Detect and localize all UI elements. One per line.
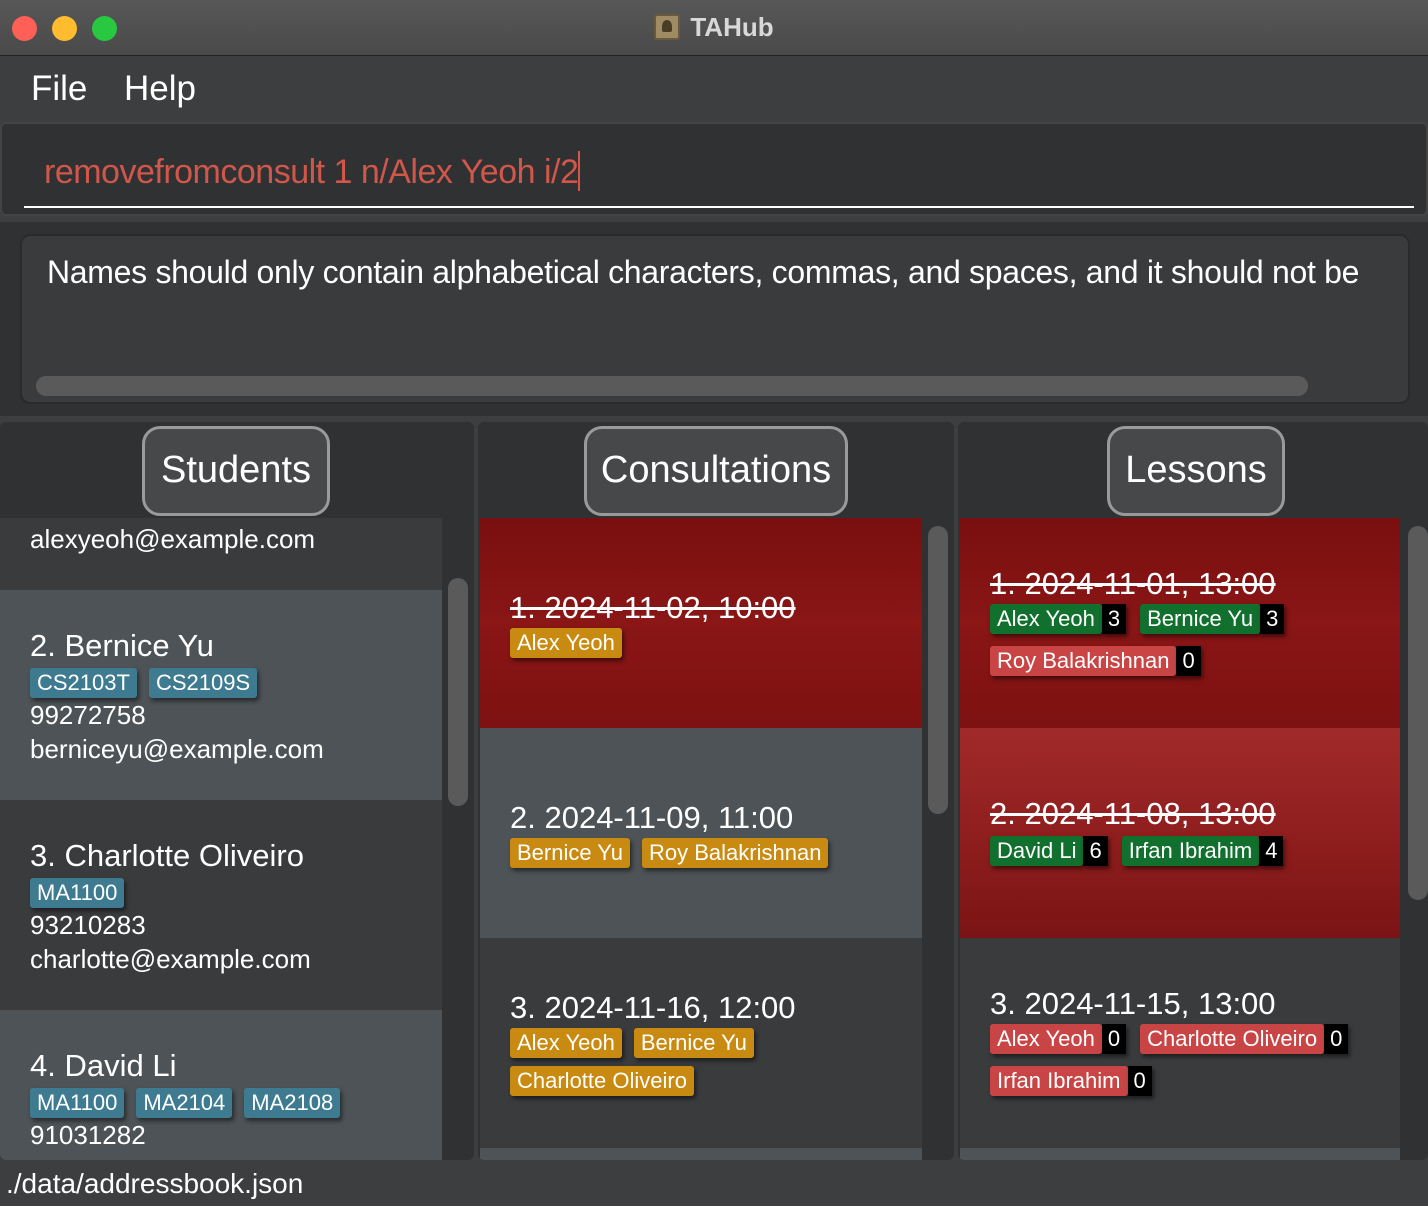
students-list: alexyeoh@example.com 2. Bernice Yu CS210…: [0, 518, 442, 1160]
result-display[interactable]: Names should only contain alphabetical c…: [20, 234, 1410, 404]
student-tags: MA1100: [30, 878, 136, 908]
lesson-attendees: Alex Yeoh 0 Charlotte Oliveiro 0: [990, 1024, 1362, 1054]
consultation-title: 2. 2024-11-09, 11:00: [510, 800, 794, 835]
participation-count: 0: [1176, 646, 1201, 676]
consultation-card-1[interactable]: 1. 2024-11-02, 10:00 Alex Yeoh: [480, 518, 922, 728]
consultation-title: 1. 2024-11-02, 10:00: [510, 590, 796, 625]
lesson-attendees: Alex Yeoh 3 Bernice Yu 3: [990, 604, 1298, 634]
lesson-card-2[interactable]: 2. 2024-11-08, 13:00 David Li 6 Irfan Ibra…: [960, 728, 1400, 938]
module-tag: CS2109S: [148, 668, 258, 698]
students-vertical-scrollbar[interactable]: [448, 578, 468, 806]
consultation-student-tag: Charlotte Oliveiro: [510, 1066, 694, 1096]
consultation-title: 3. 2024-11-16, 12:00: [510, 990, 796, 1025]
consultations-vertical-scrollbar[interactable]: [928, 526, 948, 814]
tab-consultations[interactable]: Consultations: [584, 426, 848, 516]
attendee-tag-absent: Alex Yeoh: [990, 1024, 1102, 1054]
attendee-tag-absent: Irfan Ibrahim: [990, 1066, 1128, 1096]
consultation-card-3[interactable]: 3. 2024-11-16, 12:00 Alex Yeoh Bernice Yu…: [480, 938, 922, 1148]
app-window: TAHub File Help removefromconsult 1 n/Al…: [0, 0, 1428, 1206]
student-email: berniceyu@example.com: [30, 734, 324, 764]
menu-file[interactable]: File: [31, 69, 87, 109]
menu-help[interactable]: Help: [124, 69, 196, 109]
attendee-tag-absent: Roy Balakrishnan: [990, 646, 1177, 676]
window-title: TAHub: [690, 12, 774, 42]
module-tag: MA2104: [136, 1088, 233, 1118]
module-tag: MA2108: [244, 1088, 341, 1118]
student-card-4[interactable]: 4. David Li MA1100 MA2104 MA2108 91031282: [0, 1010, 442, 1160]
command-box: removefromconsult 1 n/Alex Yeoh i/2: [0, 122, 1428, 216]
result-horizontal-scrollbar[interactable]: [36, 376, 1308, 396]
module-tag: MA1100: [30, 1088, 125, 1118]
lesson-attendees: David Li 6 Irfan Ibrahim 4: [990, 836, 1297, 866]
consultation-student-tag: Bernice Yu: [633, 1028, 754, 1058]
lessons-panel: Lessons 1. 2024-11-01, 13:00 Alex Yeoh 3 B…: [958, 422, 1428, 1160]
lesson-attendees-row2: Roy Balakrishnan 0: [990, 646, 1215, 676]
student-name: 2. Bernice Yu: [30, 628, 214, 663]
participation-count: 3: [1101, 604, 1127, 634]
student-tags: MA1100 MA2104 MA2108: [30, 1088, 352, 1118]
student-email: charlotte@example.com: [30, 944, 311, 974]
result-display-container: Names should only contain alphabetical c…: [0, 222, 1428, 416]
consultation-student-tag: Alex Yeoh: [510, 1028, 622, 1058]
result-message: Names should only contain alphabetical c…: [47, 254, 1360, 290]
consultations-list: 1. 2024-11-02, 10:00 Alex Yeoh 2. 2024-1…: [480, 518, 922, 1160]
attendee-tag-absent: Charlotte Oliveiro: [1140, 1024, 1325, 1054]
consultation-student-tag: Bernice Yu: [510, 838, 631, 868]
module-tag: CS2103T: [30, 668, 137, 698]
lesson-attendees-row2: Irfan Ibrahim 0: [990, 1066, 1166, 1096]
attendee-tag-present: Alex Yeoh: [990, 604, 1102, 634]
student-name: 3. Charlotte Oliveiro: [30, 838, 304, 873]
student-phone: 91031282: [30, 1120, 146, 1150]
lesson-card-1[interactable]: 1. 2024-11-01, 13:00 Alex Yeoh 3 Bernice Y…: [960, 518, 1400, 728]
consultation-students: Alex Yeoh Bernice Yu: [510, 1028, 766, 1058]
student-phone: 93210283: [30, 910, 146, 940]
student-email: alexyeoh@example.com: [30, 524, 316, 554]
menu-bar: File Help: [0, 57, 1428, 121]
tab-students[interactable]: Students: [142, 426, 330, 516]
consultation-card-4[interactable]: [480, 1148, 922, 1160]
participation-count: 4: [1259, 836, 1284, 866]
lesson-title: 1. 2024-11-01, 13:00: [990, 566, 1276, 601]
participation-count: 3: [1260, 604, 1285, 634]
window-title-wrap: TAHub: [0, 12, 1428, 43]
consultation-students: Alex Yeoh: [510, 628, 634, 658]
students-panel: Students alexyeoh@example.com 2. Bernice…: [0, 422, 474, 1160]
participation-count: 6: [1083, 836, 1108, 866]
attendee-tag-present: Irfan Ibrahim: [1121, 836, 1260, 866]
student-card-1[interactable]: alexyeoh@example.com: [0, 518, 442, 590]
consultation-students-row2: Charlotte Oliveiro: [510, 1066, 706, 1096]
app-icon: [654, 14, 681, 40]
consultation-student-tag: Roy Balakrishnan: [642, 838, 829, 868]
title-bar: TAHub: [0, 0, 1428, 56]
student-card-2[interactable]: 2. Bernice Yu CS2103T CS2109S 99272758 be…: [0, 590, 442, 800]
tab-lessons[interactable]: Lessons: [1107, 426, 1285, 516]
student-card-3[interactable]: 3. Charlotte Oliveiro MA1100 93210283 ch…: [0, 800, 442, 1010]
lesson-card-4[interactable]: [960, 1148, 1400, 1160]
module-tag: MA1100: [30, 878, 125, 908]
save-location: ./data/addressbook.json: [6, 1168, 304, 1199]
student-tags: CS2103T CS2109S: [30, 668, 269, 698]
lesson-title: 3. 2024-11-15, 13:00: [990, 986, 1276, 1021]
lesson-card-3[interactable]: 3. 2024-11-15, 13:00 Alex Yeoh 0 Charlotte…: [960, 938, 1400, 1148]
text-caret: [578, 151, 581, 191]
consultations-panel: Consultations 1. 2024-11-02, 10:00 Alex …: [478, 422, 954, 1160]
lessons-list: 1. 2024-11-01, 13:00 Alex Yeoh 3 Bernice Y…: [960, 518, 1400, 1160]
attendee-tag-present: Bernice Yu: [1140, 604, 1261, 634]
consultation-student-tag: Alex Yeoh: [510, 628, 622, 658]
lesson-title: 2. 2024-11-08, 13:00: [990, 796, 1276, 831]
participation-count: 0: [1101, 1024, 1127, 1054]
participation-count: 0: [1127, 1066, 1152, 1096]
attendee-tag-present: David Li: [990, 836, 1084, 866]
consultation-card-2[interactable]: 2. 2024-11-09, 11:00 Bernice Yu Roy Balak…: [480, 728, 922, 938]
status-bar: ./data/addressbook.json: [0, 1160, 1428, 1206]
student-name: 4. David Li: [30, 1048, 177, 1083]
command-text: removefromconsult 1 n/Alex Yeoh i/2: [44, 153, 579, 191]
participation-count: 0: [1324, 1024, 1349, 1054]
command-input[interactable]: removefromconsult 1 n/Alex Yeoh i/2: [24, 146, 1414, 208]
lessons-vertical-scrollbar[interactable]: [1408, 526, 1428, 900]
consultation-students: Bernice Yu Roy Balakrishnan: [510, 838, 840, 868]
student-phone: 99272758: [30, 700, 146, 730]
